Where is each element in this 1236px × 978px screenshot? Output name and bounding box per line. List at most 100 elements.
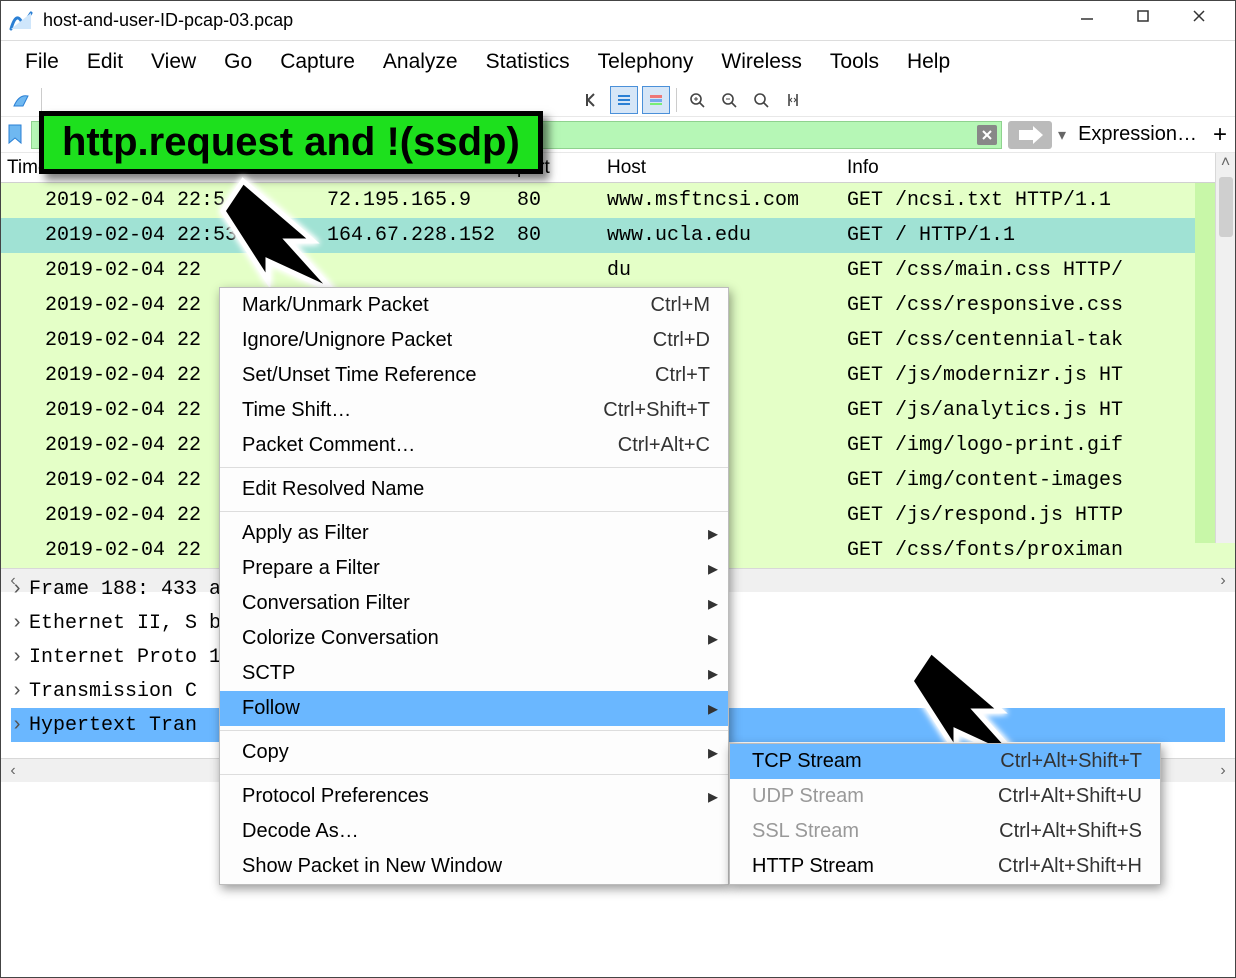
menu-item[interactable]: Show Packet in New Window xyxy=(220,849,728,884)
menu-shortcut: Ctrl+D xyxy=(653,329,710,352)
menu-separator xyxy=(220,467,728,468)
expand-icon[interactable]: › xyxy=(11,646,29,669)
apply-filter-button[interactable] xyxy=(1008,121,1052,149)
submenu-arrow-icon: ▸ xyxy=(708,591,718,616)
menu-separator xyxy=(220,511,728,512)
cell-info: GET /js/respond.js HTTP xyxy=(841,498,1235,533)
menu-item-label: Set/Unset Time Reference xyxy=(242,364,655,387)
minimize-button[interactable] xyxy=(1059,1,1115,41)
menu-item[interactable]: Set/Unset Time ReferenceCtrl+T xyxy=(220,358,728,393)
menu-item-label: Prepare a Filter xyxy=(242,557,710,580)
maximize-button[interactable] xyxy=(1115,1,1171,41)
toolbar-button[interactable] xyxy=(112,86,140,114)
shark-fin-icon[interactable] xyxy=(7,86,35,114)
cell-info: GET /css/main.css HTTP/ xyxy=(841,253,1235,288)
table-row[interactable]: 2019-02-04 22:572.195.165.980www.msftncs… xyxy=(1,183,1235,218)
submenu-arrow-icon: ▸ xyxy=(708,626,718,651)
menu-item[interactable]: Edit Resolved Name xyxy=(220,472,728,507)
menu-item[interactable]: SCTP▸ xyxy=(220,656,728,691)
table-row[interactable]: 2019-02-04 22duGET /css/main.css HTTP/ xyxy=(1,253,1235,288)
submenu-arrow-icon: ▸ xyxy=(708,661,718,686)
menu-item[interactable]: Colorize Conversation▸ xyxy=(220,621,728,656)
zoom-out-icon[interactable] xyxy=(715,86,743,114)
menu-item[interactable]: Conversation Filter▸ xyxy=(220,586,728,621)
zoom-in-icon[interactable] xyxy=(683,86,711,114)
toolbar-button[interactable] xyxy=(48,86,76,114)
menu-telephony[interactable]: Telephony xyxy=(598,50,694,74)
cell-port xyxy=(511,253,601,288)
expression-button[interactable]: Expression… xyxy=(1072,123,1203,146)
expand-icon[interactable]: › xyxy=(11,680,29,703)
menu-edit[interactable]: Edit xyxy=(87,50,123,74)
menu-item-label: SSL Stream xyxy=(752,820,999,843)
close-button[interactable] xyxy=(1171,1,1227,41)
menu-item[interactable]: TCP StreamCtrl+Alt+Shift+T xyxy=(730,744,1160,779)
menu-go[interactable]: Go xyxy=(224,50,252,74)
menu-item-label: Copy xyxy=(242,741,710,764)
cell-info: GET /img/content-images xyxy=(841,463,1235,498)
dropdown-icon[interactable]: ▾ xyxy=(1058,125,1066,145)
column-info[interactable]: Info xyxy=(841,153,1215,182)
menu-item[interactable]: Decode As… xyxy=(220,814,728,849)
expand-icon[interactable]: › xyxy=(11,578,29,601)
menu-item-label: Ignore/Unignore Packet xyxy=(242,329,653,352)
details-text: Transmission C xyxy=(29,680,197,703)
menu-item[interactable]: Prepare a Filter▸ xyxy=(220,551,728,586)
menu-item-label: Apply as Filter xyxy=(242,522,710,545)
expand-icon[interactable]: › xyxy=(11,714,29,737)
cell-port: 80 xyxy=(511,218,601,253)
menu-item[interactable]: Follow▸ xyxy=(220,691,728,726)
menu-item[interactable]: Time Shift…Ctrl+Shift+T xyxy=(220,393,728,428)
menu-item[interactable]: Apply as Filter▸ xyxy=(220,516,728,551)
menu-tools[interactable]: Tools xyxy=(830,50,879,74)
zoom-reset-icon[interactable] xyxy=(747,86,775,114)
toolbar-button[interactable] xyxy=(80,86,108,114)
menu-item[interactable]: Protocol Preferences▸ xyxy=(220,779,728,814)
table-row[interactable]: 2019-02-04 22:53:30164.67.228.15280www.u… xyxy=(1,218,1235,253)
menu-wireless[interactable]: Wireless xyxy=(721,50,802,74)
cell-info: GET /css/fonts/proximan xyxy=(841,533,1235,568)
minimap xyxy=(1195,183,1215,543)
menu-item-label: TCP Stream xyxy=(752,750,1000,773)
menu-item[interactable]: Packet Comment…Ctrl+Alt+C xyxy=(220,428,728,463)
menu-item-label: HTTP Stream xyxy=(752,855,998,878)
menu-separator xyxy=(220,774,728,775)
menu-item[interactable]: Copy▸ xyxy=(220,735,728,770)
menu-item-label: Show Packet in New Window xyxy=(242,855,710,878)
menu-item-label: Follow xyxy=(242,697,710,720)
colorize-icon[interactable] xyxy=(642,86,670,114)
menu-statistics[interactable]: Statistics xyxy=(486,50,570,74)
menu-item[interactable]: Ignore/Unignore PacketCtrl+D xyxy=(220,323,728,358)
vertical-scrollbar[interactable]: ˄ xyxy=(1215,153,1235,543)
cell-info: GET /js/modernizr.js HT xyxy=(841,358,1235,393)
submenu-arrow-icon: ▸ xyxy=(708,740,718,765)
menu-item-label: Decode As… xyxy=(242,820,710,843)
cell-host: www.ucla.edu xyxy=(601,218,841,253)
menu-view[interactable]: View xyxy=(151,50,196,74)
menu-file[interactable]: File xyxy=(25,50,59,74)
menu-capture[interactable]: Capture xyxy=(280,50,355,74)
submenu-arrow-icon: ▸ xyxy=(708,696,718,721)
menu-analyze[interactable]: Analyze xyxy=(383,50,458,74)
add-filter-button[interactable]: + xyxy=(1209,121,1231,149)
menu-shortcut: Ctrl+M xyxy=(651,294,710,317)
menu-item[interactable]: Mark/Unmark PacketCtrl+M xyxy=(220,288,728,323)
submenu-arrow-icon: ▸ xyxy=(708,784,718,809)
goto-first-icon[interactable] xyxy=(578,86,606,114)
clear-filter-icon[interactable] xyxy=(977,125,997,145)
autoscroll-live-icon[interactable] xyxy=(610,86,638,114)
menu-item-label: UDP Stream xyxy=(752,785,998,808)
menu-help[interactable]: Help xyxy=(907,50,950,74)
annotation-filter-text: http.request and !(ssdp) xyxy=(39,111,543,174)
titlebar: host-and-user-ID-pcap-03.pcap xyxy=(1,1,1235,41)
menu-item[interactable]: HTTP StreamCtrl+Alt+Shift+H xyxy=(730,849,1160,884)
bookmark-icon[interactable] xyxy=(5,123,25,147)
column-host[interactable]: Host xyxy=(601,153,841,182)
context-submenu-follow: TCP StreamCtrl+Alt+Shift+TUDP StreamCtrl… xyxy=(729,743,1161,885)
cell-info: GET /css/centennial-tak xyxy=(841,323,1235,358)
expand-icon[interactable]: › xyxy=(11,612,29,635)
resize-columns-icon[interactable] xyxy=(779,86,807,114)
menu-item-label: Time Shift… xyxy=(242,399,603,422)
menu-shortcut: Ctrl+Shift+T xyxy=(603,399,710,422)
cell-info: GET / HTTP/1.1 xyxy=(841,218,1235,253)
